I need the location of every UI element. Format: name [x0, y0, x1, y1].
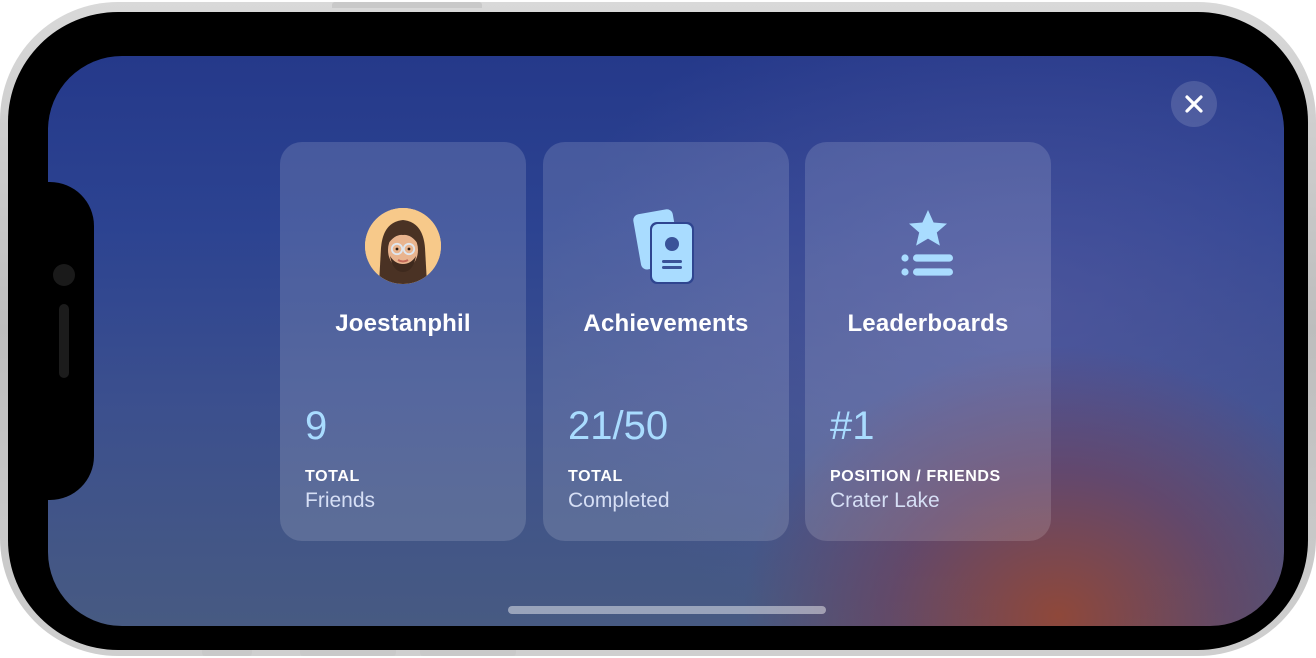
leaderboards-icon-area — [805, 206, 1051, 286]
card-title: Achievements — [583, 310, 749, 337]
device-button — [300, 650, 396, 656]
stat-caption: TOTAL — [568, 468, 623, 485]
stat-value: #1 — [830, 404, 875, 448]
achievements-card[interactable]: Achievements 21/50 TOTAL Completed — [543, 142, 789, 541]
achievements-icon — [633, 209, 694, 284]
leaderboards-card[interactable]: Leaderboards #1 POSITION / FRIENDS Crate… — [805, 142, 1051, 541]
device-button — [420, 650, 516, 656]
stat-subtitle: Friends — [305, 489, 376, 512]
stat-caption: POSITION / FRIENDS — [830, 468, 1001, 485]
device-bezel: Joestanphil 9 TOTAL Friends Achievements… — [8, 12, 1308, 650]
device-frame: Joestanphil 9 TOTAL Friends Achievements… — [0, 2, 1316, 656]
profile-icon-area — [280, 206, 526, 286]
avatar — [365, 208, 441, 284]
stat-subtitle: Completed — [568, 489, 670, 512]
stat-caption: TOTAL — [305, 468, 360, 485]
speaker-grille — [59, 304, 69, 378]
achievements-icon-area — [543, 206, 789, 286]
camera-icon — [53, 264, 75, 286]
card-title: Leaderboards — [847, 310, 1009, 337]
card-title: Joestanphil — [335, 310, 471, 337]
close-button[interactable] — [1171, 81, 1217, 127]
device-button — [332, 2, 482, 8]
close-icon — [1185, 95, 1203, 113]
device-button — [202, 650, 252, 656]
stat-value: 21/50 — [568, 404, 669, 448]
game-center-dashboard: Joestanphil 9 TOTAL Friends Achievements… — [48, 56, 1284, 626]
profile-card[interactable]: Joestanphil 9 TOTAL Friends — [280, 142, 526, 541]
leaderboard-icon — [901, 210, 953, 276]
home-indicator[interactable] — [508, 606, 826, 614]
stat-subtitle: Crater Lake — [830, 489, 940, 512]
stat-value: 9 — [305, 404, 328, 448]
